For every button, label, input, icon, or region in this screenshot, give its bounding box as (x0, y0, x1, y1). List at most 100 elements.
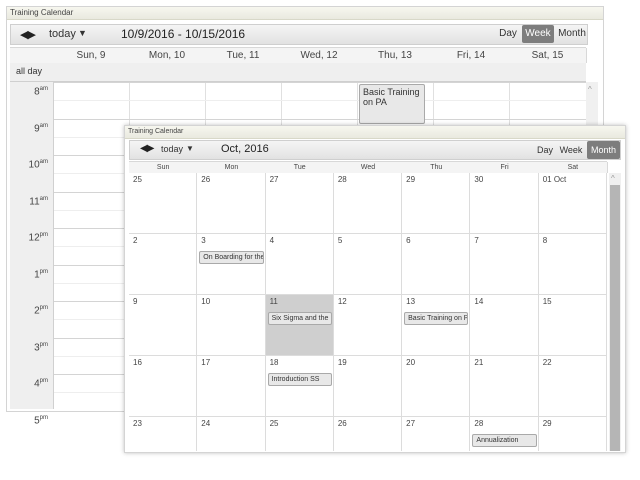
time-meridiem: pm (39, 305, 48, 311)
day-cell[interactable]: 18 (265, 356, 334, 417)
day-cell[interactable]: 25 (265, 417, 334, 451)
scrollbar-thumb[interactable] (610, 185, 620, 451)
all-day-row: all day (10, 63, 586, 82)
time-label: 5pm (10, 415, 48, 426)
day-cell[interactable]: 28 (333, 173, 403, 234)
week-day-header: Fri, 14 (433, 48, 510, 63)
day-cell[interactable]: 7 (470, 234, 539, 295)
panel-title: Training Calendar (125, 126, 625, 139)
month-view-button[interactable]: Month (587, 141, 620, 159)
today-button[interactable]: today (161, 144, 183, 154)
day-cell[interactable]: 20 (402, 356, 471, 417)
time-label: 1pm (10, 269, 48, 280)
day-number: 19 (337, 358, 347, 367)
time-meridiem: am (39, 122, 48, 129)
day-number: 4 (269, 236, 275, 245)
day-cell[interactable]: 16 (129, 356, 198, 417)
today-button[interactable]: today (49, 28, 76, 40)
day-cell[interactable]: 14 (470, 295, 539, 356)
weekday-header: Sun (129, 162, 199, 173)
calendar-event[interactable]: Six Sigma and the (267, 312, 332, 325)
week-day-header: Mon, 10 (129, 48, 206, 63)
day-number: 25 (133, 175, 142, 184)
time-label: 3pm (10, 342, 48, 353)
month-title: Oct, 2016 (221, 143, 269, 155)
day-cell[interactable]: 19 (333, 356, 403, 417)
day-cell[interactable]: 17 (197, 356, 266, 417)
day-cell[interactable]: 2 (129, 234, 198, 295)
month-view-button[interactable]: Month (557, 25, 587, 43)
day-number: 14 (474, 297, 484, 306)
day-view-button[interactable]: Day (497, 25, 519, 43)
day-cell[interactable]: 11 (265, 295, 334, 356)
day-cell[interactable]: 5 (333, 234, 403, 295)
day-cell[interactable]: 01 Oct (538, 173, 607, 234)
scroll-up-arrow-icon[interactable]: ^ (588, 85, 592, 94)
day-cell[interactable]: 15 (538, 295, 607, 356)
calendar-event[interactable]: Annualization (472, 434, 537, 447)
day-number: 5 (337, 236, 343, 245)
dropdown-caret-icon[interactable]: ▼ (186, 144, 194, 153)
time-meridiem: pm (39, 341, 48, 348)
time-meridiem: am (39, 195, 48, 202)
day-cell[interactable]: 4 (265, 234, 334, 295)
time-label: 11am (10, 196, 48, 207)
week-header-gutter (10, 48, 54, 63)
day-cell[interactable]: 27 (265, 173, 334, 234)
day-cell[interactable]: 6 (402, 234, 471, 295)
day-cell[interactable]: 23 (129, 417, 198, 451)
day-cell[interactable]: 26 (333, 417, 403, 451)
day-cell[interactable]: 29 (402, 173, 471, 234)
day-cell[interactable]: 21 (470, 356, 539, 417)
day-cell[interactable]: 12 (333, 295, 403, 356)
day-number: 26 (337, 419, 347, 428)
event-title: Introduction SS (271, 376, 320, 383)
day-cell[interactable]: 26 (197, 173, 266, 234)
scroll-up-arrow-icon[interactable]: ^ (611, 174, 615, 183)
day-number: 16 (133, 358, 142, 367)
day-number: 21 (474, 358, 484, 367)
day-number: 23 (133, 419, 142, 428)
prev-next-arrows-icon[interactable]: ◀▶ (20, 28, 36, 41)
day-number: 29 (542, 419, 552, 428)
day-view-button[interactable]: Day (536, 141, 554, 159)
day-number: 12 (337, 297, 347, 306)
weekday-header: Sat (538, 162, 608, 173)
week-view-button[interactable]: Week (522, 25, 554, 43)
scrollbar[interactable]: ^ (609, 173, 621, 451)
calendar-event[interactable]: Introduction SS (267, 373, 332, 386)
day-cell[interactable]: 3 (197, 234, 266, 295)
dropdown-caret-icon[interactable]: ▼ (78, 28, 87, 38)
event-basic-training[interactable]: Basic Training on PA (359, 84, 425, 124)
month-calendar-panel: Training Calendar ◀▶ today ▼ Oct, 2016 D… (124, 125, 626, 453)
day-cell[interactable]: 9 (129, 295, 198, 356)
time-meridiem: am (39, 86, 48, 92)
time-labels: 8am 9am 10am 11am 12pm 1pm 2pm 3pm 4pm 5pm (10, 82, 53, 426)
time-label: 2pm (10, 305, 48, 316)
day-cell[interactable]: 29 (538, 417, 607, 451)
calendar-event[interactable]: Basic Training on PA (404, 312, 469, 325)
day-number: 11 (269, 297, 278, 306)
weekday-header: Fri (470, 162, 540, 173)
day-cell[interactable]: 24 (197, 417, 266, 451)
week-header-row: Sun, 9 Mon, 10 Tue, 11 Wed, 12 Thu, 13 F… (10, 47, 587, 64)
prev-next-arrows-icon[interactable]: ◀▶ (140, 143, 154, 154)
grid-hour-line (10, 118, 586, 120)
day-number: 01 Oct (542, 175, 567, 184)
day-number: 18 (269, 358, 279, 367)
day-cell[interactable]: 13 (402, 295, 471, 356)
day-cell[interactable]: 10 (197, 295, 266, 356)
week-view-button[interactable]: Week (558, 141, 584, 159)
day-cell[interactable]: 22 (538, 356, 607, 417)
day-cell[interactable]: 8 (538, 234, 607, 295)
day-cell[interactable]: 30 (470, 173, 539, 234)
week-range-title: 10/9/2016 - 10/15/2016 (121, 27, 246, 41)
week-day-header: Wed, 12 (281, 48, 358, 63)
day-number: 22 (542, 358, 552, 367)
day-cell[interactable]: 27 (402, 417, 471, 451)
time-meridiem: pm (39, 232, 48, 238)
day-cell[interactable]: 25 (129, 173, 198, 234)
day-number: 3 (201, 236, 206, 245)
day-number: 25 (269, 419, 279, 428)
calendar-event[interactable]: On Boarding for the (199, 251, 264, 264)
